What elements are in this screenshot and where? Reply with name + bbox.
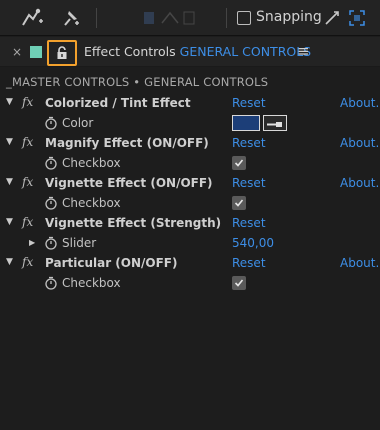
expand-triangle-icon[interactable]: ▼ <box>6 137 13 147</box>
stopwatch-icon[interactable] <box>44 276 58 290</box>
effect-name: Vignette Effect (ON/OFF) <box>45 176 213 190</box>
effect-row[interactable]: ▼ fx Vignette Effect (ON/OFF) Reset Abou… <box>0 173 380 193</box>
snap-options-icon[interactable] <box>322 5 342 31</box>
color-swatch[interactable] <box>232 115 260 131</box>
fx-toggle-icon[interactable]: fx <box>22 175 33 189</box>
reset-link[interactable]: Reset <box>232 216 266 230</box>
about-link[interactable]: About... <box>340 136 380 150</box>
eyedropper-icon <box>267 122 282 127</box>
stopwatch-icon[interactable] <box>44 236 58 250</box>
effect-row[interactable]: ▼ fx Magnify Effect (ON/OFF) Reset About… <box>0 133 380 153</box>
checkmark-icon <box>234 199 244 207</box>
toolbar: Snapping <box>0 0 380 36</box>
effect-row[interactable]: ▼ fx Particular (ON/OFF) Reset About... <box>0 253 380 273</box>
lock-button[interactable] <box>47 40 77 66</box>
label-color-swatch[interactable] <box>30 46 42 58</box>
about-link[interactable]: About... <box>340 176 380 190</box>
param-row: Checkbox <box>0 193 380 213</box>
stopwatch-icon[interactable] <box>44 116 58 130</box>
effect-name: Magnify Effect (ON/OFF) <box>45 136 209 150</box>
panel-title-layer: GENERAL CONTROLS <box>179 44 312 59</box>
param-name: Checkbox <box>62 276 121 290</box>
panel-title[interactable]: Effect Controls GENERAL CONTROLS <box>84 44 311 59</box>
effect-row[interactable]: ▼ fx Vignette Effect (Strength) Reset <box>0 213 380 233</box>
close-panel-icon[interactable]: × <box>12 45 22 59</box>
panel-menu-icon[interactable]: ≡ <box>297 42 310 60</box>
stopwatch-icon[interactable] <box>44 156 58 170</box>
checkmark-icon <box>234 279 244 287</box>
pin-icon[interactable] <box>56 5 86 31</box>
param-row: Checkbox <box>0 273 380 293</box>
fx-toggle-icon[interactable]: fx <box>22 95 33 109</box>
param-name: Checkbox <box>62 196 121 210</box>
reset-link[interactable]: Reset <box>232 96 266 110</box>
effect-name: Vignette Effect (Strength) <box>45 216 222 230</box>
reset-link[interactable]: Reset <box>232 176 266 190</box>
effect-name: Particular (ON/OFF) <box>45 256 178 270</box>
checkbox[interactable] <box>232 196 246 210</box>
expand-triangle-icon[interactable]: ▼ <box>6 97 13 107</box>
eyedropper-button[interactable] <box>263 115 287 131</box>
stopwatch-icon[interactable] <box>44 196 58 210</box>
expand-triangle-icon[interactable]: ▼ <box>6 177 13 187</box>
align-icon[interactable] <box>140 5 200 31</box>
effect-row[interactable]: ▼ fx Colorized / Tint Effect Reset About… <box>0 93 380 113</box>
lock-icon <box>57 46 67 59</box>
expand-icon[interactable] <box>346 5 368 31</box>
toolbar-divider <box>96 8 97 28</box>
checkbox[interactable] <box>232 276 246 290</box>
about-link[interactable]: About... <box>340 96 380 110</box>
fx-toggle-icon[interactable]: fx <box>22 135 33 149</box>
checkbox[interactable] <box>232 156 246 170</box>
puppet-pin-icon[interactable] <box>18 5 48 31</box>
param-name: Color <box>62 116 94 130</box>
param-name: Slider <box>62 236 97 250</box>
effect-name: Colorized / Tint Effect <box>45 96 191 110</box>
expand-triangle-icon[interactable]: ▶ <box>29 238 35 247</box>
expand-triangle-icon[interactable]: ▼ <box>6 217 13 227</box>
snapping-label: Snapping <box>256 9 322 25</box>
fx-toggle-icon[interactable]: fx <box>22 255 33 269</box>
expand-triangle-icon[interactable]: ▼ <box>6 257 13 267</box>
param-name: Checkbox <box>62 156 121 170</box>
reset-link[interactable]: Reset <box>232 136 266 150</box>
param-row: Color <box>0 113 380 133</box>
param-row: Checkbox <box>0 153 380 173</box>
param-row: ▶ Slider 540,00 <box>0 233 380 253</box>
panel-header: × Effect Controls GENERAL CONTROLS ≡ <box>0 37 380 67</box>
toolbar-divider <box>226 8 227 28</box>
panel-title-prefix: Effect Controls <box>84 44 176 59</box>
checkmark-icon <box>234 159 244 167</box>
empty-panel-area <box>0 292 380 430</box>
snapping-checkbox[interactable] <box>237 11 251 25</box>
reset-link[interactable]: Reset <box>232 256 266 270</box>
about-link[interactable]: About... <box>340 256 380 270</box>
fx-toggle-icon[interactable]: fx <box>22 215 33 229</box>
slider-value[interactable]: 540,00 <box>232 236 274 250</box>
section-title: _MASTER CONTROLS • GENERAL CONTROLS <box>6 75 269 89</box>
